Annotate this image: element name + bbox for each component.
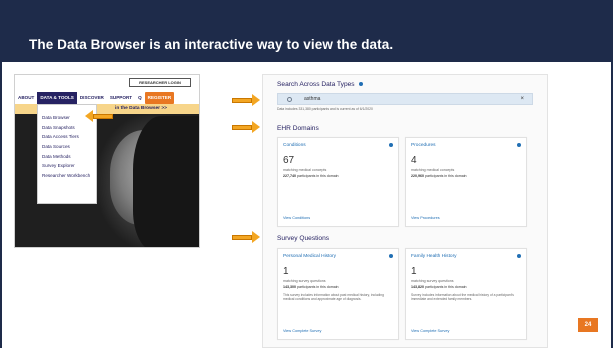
participant-count: 143,820: [411, 285, 424, 289]
card-count: 1: [283, 266, 289, 277]
info-icon[interactable]: [389, 143, 393, 147]
search-section-title-text: Search Across Data Types: [277, 81, 355, 88]
card-subtitle: matching medical concepts: [411, 168, 455, 172]
card-count: 1: [411, 266, 417, 277]
dropdown-item-data-sources[interactable]: Data Sources: [38, 142, 96, 152]
nav-data-tools[interactable]: DATA & TOOLS: [37, 92, 77, 104]
participant-count: 143,300: [283, 285, 296, 289]
procedures-card[interactable]: Procedures 4 matching medical concepts 2…: [405, 137, 527, 227]
card-title: Conditions: [283, 143, 306, 148]
card-participants: 227,740 participants in this domain: [283, 174, 339, 178]
card-participants: 143,820 participants in this domain: [411, 285, 467, 289]
close-icon[interactable]: ×: [520, 96, 524, 102]
researcher-login-button[interactable]: RESEARCHER LOGIN: [129, 78, 191, 87]
participant-count: 220,960: [411, 174, 424, 178]
survey-section-title: Survey Questions: [277, 235, 330, 242]
page-number: 24: [578, 318, 598, 332]
card-subtitle: matching survey questions: [411, 279, 454, 283]
left-border: [0, 62, 2, 348]
participant-label: participants in this domain: [425, 285, 467, 289]
title-bar: The Data Browser is an interactive way t…: [0, 0, 613, 62]
search-icon: [287, 97, 292, 102]
personal-medical-history-card[interactable]: Personal Medical History 1 matching surv…: [277, 248, 399, 340]
site-nav: ABOUT DATA & TOOLS DISCOVER SUPPORT Q RE…: [15, 92, 199, 104]
card-count: 4: [411, 155, 417, 166]
participant-label: participants in this domain: [297, 174, 339, 178]
card-description: Survey includes information about the me…: [411, 293, 514, 302]
dropdown-item-researcher-workbench[interactable]: Researcher Workbench: [38, 171, 96, 181]
nav-support[interactable]: SUPPORT: [107, 92, 135, 104]
website-screenshot: RESEARCHER LOGIN ABOUT DATA & TOOLS DISC…: [14, 74, 200, 248]
conditions-card[interactable]: Conditions 67 matching medical concepts …: [277, 137, 399, 227]
card-title: Family Health History: [411, 254, 457, 259]
participant-count: 227,740: [283, 174, 296, 178]
search-section-title: Search Across Data Types: [277, 81, 363, 88]
view-procedures-link[interactable]: View Procedures: [411, 216, 440, 220]
ehr-section-title: EHR Domains: [277, 125, 319, 132]
slide-title: The Data Browser is an interactive way t…: [29, 37, 394, 52]
arrow-right-icon: [232, 121, 260, 133]
card-description: This survey includes information about p…: [283, 293, 384, 302]
nav-about[interactable]: ABOUT: [15, 92, 37, 104]
card-participants: 220,960 participants in this domain: [411, 174, 467, 178]
data-browser-screenshot: Search Across Data Types asthma × Data i…: [262, 74, 548, 348]
nav-discover[interactable]: DISCOVER: [77, 92, 107, 104]
participant-label: participants in this domain: [297, 285, 339, 289]
participant-label: participants in this domain: [425, 174, 467, 178]
search-note: Data includes 331,380 participants and i…: [277, 107, 373, 111]
view-complete-survey-link[interactable]: View Complete Survey: [411, 329, 449, 333]
arrow-left-icon: [85, 110, 113, 122]
dropdown-item-data-methods[interactable]: Data Methods: [38, 152, 96, 162]
dropdown-item-data-snapshots[interactable]: Data Snapshots: [38, 123, 96, 133]
family-health-history-card[interactable]: Family Health History 1 matching survey …: [405, 248, 527, 340]
dropdown-item-data-access-tiers[interactable]: Data Access Tiers: [38, 132, 96, 142]
info-icon[interactable]: [517, 254, 521, 258]
arrow-right-icon: [232, 231, 260, 243]
search-value: asthma: [304, 96, 321, 102]
register-button[interactable]: REGISTER: [144, 92, 175, 104]
dropdown-item-survey-explorer[interactable]: Survey Explorer: [38, 161, 96, 171]
card-participants: 143,300 participants in this domain: [283, 285, 339, 289]
arrow-right-icon: [232, 94, 260, 106]
info-icon[interactable]: [517, 143, 521, 147]
card-count: 67: [283, 155, 295, 166]
card-title: Procedures: [411, 143, 436, 148]
card-title: Personal Medical History: [283, 254, 337, 259]
card-subtitle: matching medical concepts: [283, 168, 327, 172]
slide: The Data Browser is an interactive way t…: [0, 0, 613, 348]
info-icon[interactable]: [358, 82, 363, 87]
view-complete-survey-link[interactable]: View Complete Survey: [283, 329, 321, 333]
info-icon[interactable]: [389, 254, 393, 258]
card-subtitle: matching survey questions: [283, 279, 326, 283]
search-input[interactable]: asthma ×: [277, 93, 533, 105]
hero-photo-hair: [133, 116, 199, 247]
banner-link[interactable]: in the Data Browser >>: [115, 106, 167, 111]
view-conditions-link[interactable]: View Conditions: [283, 216, 310, 220]
nav-search-icon[interactable]: Q: [135, 92, 145, 104]
